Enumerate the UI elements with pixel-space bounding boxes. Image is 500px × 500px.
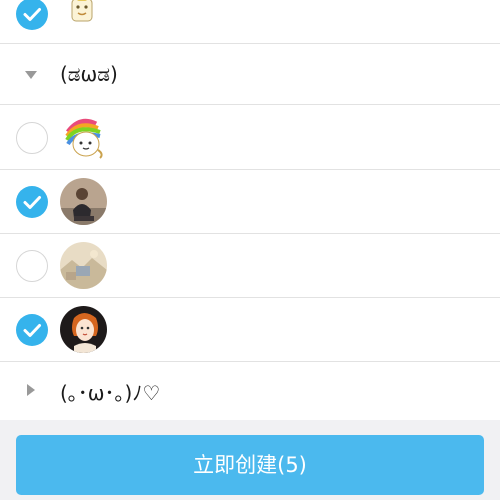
check-icon [23, 196, 41, 209]
contact-row[interactable] [0, 298, 500, 362]
avatar [60, 114, 107, 161]
group-label: (｡･ω･｡)ﾉ♡ [60, 381, 161, 405]
check-icon [23, 8, 41, 21]
create-now-button[interactable]: 立即创建(5) [16, 435, 484, 495]
contact-row[interactable] [0, 234, 500, 298]
contact-row[interactable] [0, 170, 500, 234]
avatar [60, 178, 107, 225]
avatar [60, 306, 107, 353]
group-header[interactable]: (ಡωಡ) [0, 44, 500, 105]
group-header[interactable]: (｡･ω･｡)ﾉ♡ [0, 362, 500, 423]
avatar [66, 0, 98, 25]
checkbox-checked[interactable] [16, 186, 48, 218]
checkbox-unchecked[interactable] [16, 122, 48, 154]
contact-row[interactable] [0, 0, 500, 44]
bottom-action-bar: 立即创建(5) [0, 420, 500, 500]
checkbox-checked[interactable] [16, 0, 48, 30]
triangle-right-icon [27, 384, 35, 396]
group-label: (ಡωಡ) [60, 62, 118, 86]
triangle-down-icon [25, 71, 37, 79]
checkbox-checked[interactable] [16, 314, 48, 346]
check-icon [23, 324, 41, 337]
checkbox-unchecked[interactable] [16, 250, 48, 282]
avatar [60, 242, 107, 289]
contact-row[interactable] [0, 106, 500, 170]
